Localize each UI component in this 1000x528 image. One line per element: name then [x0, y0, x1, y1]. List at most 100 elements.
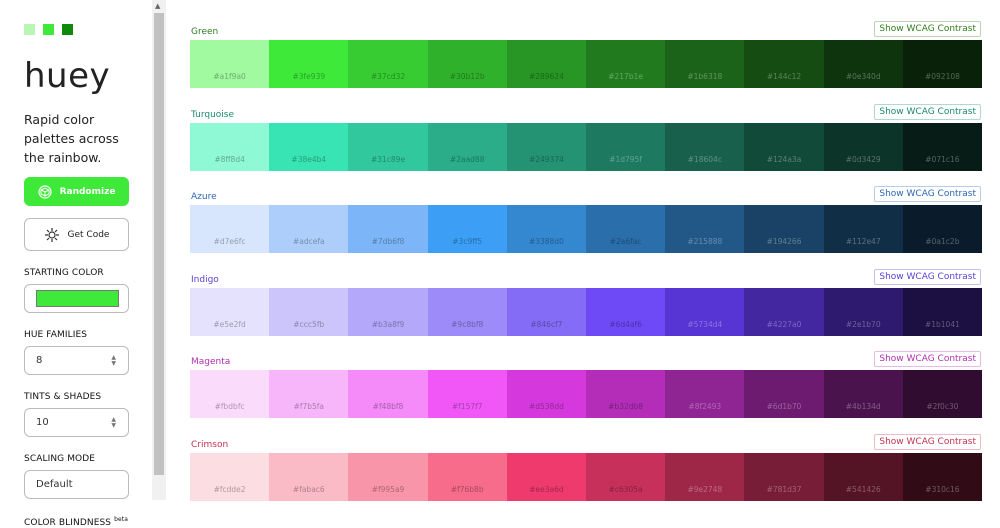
color-chip[interactable]: #6d4af6	[586, 288, 666, 336]
color-chip[interactable]: #124a3a	[744, 123, 824, 171]
show-wcag-contrast-button[interactable]: Show WCAG Contrast	[874, 269, 981, 285]
color-chip[interactable]: #1d795f	[586, 123, 666, 171]
palette-family: Magenta Show WCAG Contrast #fbdbfc #f7b5fa #…	[190, 330, 983, 418]
color-chip[interactable]: #fbdbfc	[190, 370, 270, 418]
show-wcag-contrast-button[interactable]: Show WCAG Contrast	[874, 434, 981, 450]
family-name: Indigo	[191, 275, 219, 285]
app-logo: huey	[24, 56, 111, 96]
color-chip[interactable]: #31c89e	[348, 123, 428, 171]
tints-shades-input[interactable]: 10 ▲ ▼	[24, 408, 129, 437]
color-chip[interactable]: #846cf7	[506, 288, 587, 336]
starting-color-swatch[interactable]	[36, 290, 119, 307]
color-chip[interactable]: #6d1b70	[744, 370, 824, 418]
scaling-mode-select[interactable]: Default	[24, 470, 129, 499]
show-wcag-contrast-button[interactable]: Show WCAG Contrast	[874, 186, 981, 202]
color-chip[interactable]: #3fe939	[269, 40, 349, 88]
palette-family: Green Show WCAG Contrast #a1f9a0 #3fe939 #37…	[190, 0, 983, 88]
color-chip[interactable]: #d7e6fc	[190, 205, 270, 253]
color-chip[interactable]: #ee3a6d	[506, 453, 587, 501]
show-wcag-contrast-button[interactable]: Show WCAG Contrast	[874, 351, 981, 367]
color-chip[interactable]: #2aad88	[427, 123, 507, 171]
color-chip[interactable]: #f48bf8	[348, 370, 428, 418]
color-chip[interactable]: #e5e2fd	[190, 288, 270, 336]
color-chip[interactable]: #289624	[506, 40, 587, 88]
color-chip[interactable]: #4227a0	[744, 288, 824, 336]
sidebar-scrollbar[interactable]: ▲	[152, 0, 166, 500]
scaling-mode-label: SCALING MODE	[24, 454, 96, 464]
color-chip[interactable]: #d538dd	[506, 370, 587, 418]
scroll-up-icon[interactable]: ▲	[155, 2, 160, 10]
color-chip[interactable]: #8f2493	[665, 370, 745, 418]
color-chip[interactable]: #1b1041	[902, 288, 983, 336]
color-chip[interactable]: #4b134d	[823, 370, 903, 418]
color-chip[interactable]: #249374	[506, 123, 587, 171]
color-strip: #8ff8d4 #38e4b4 #31c89e #2aad88 #249374 #1d79…	[190, 123, 983, 171]
family-name: Turquoise	[191, 110, 235, 120]
show-wcag-contrast-button[interactable]: Show WCAG Contrast	[874, 104, 981, 120]
family-name: Crimson	[191, 440, 229, 450]
randomize-button[interactable]: Randomize	[24, 177, 129, 206]
color-chip[interactable]: #18604c	[665, 123, 745, 171]
color-chip[interactable]: #c6305a	[586, 453, 666, 501]
color-chip[interactable]: #37cd32	[348, 40, 428, 88]
color-chip[interactable]: #f157f7	[427, 370, 507, 418]
family-name: Magenta	[191, 357, 231, 367]
color-chip[interactable]: #541426	[823, 453, 903, 501]
color-chip[interactable]: #3c9ff5	[427, 205, 507, 253]
color-chip[interactable]: #1b6318	[665, 40, 745, 88]
tints-shades-value: 10	[36, 417, 49, 428]
color-chip[interactable]: #adcefa	[269, 205, 349, 253]
logo-swatches	[24, 24, 152, 35]
hue-families-input[interactable]: 8 ▲ ▼	[24, 346, 129, 375]
family-name: Azure	[191, 192, 217, 202]
color-chip[interactable]: #310c16	[902, 453, 983, 501]
color-chip[interactable]: #f995a9	[348, 453, 428, 501]
color-chip[interactable]: #ccc5fb	[269, 288, 349, 336]
color-chip[interactable]: #30b12b	[427, 40, 507, 88]
beta-badge: beta	[114, 516, 129, 523]
color-chip[interactable]: #5734d4	[665, 288, 745, 336]
color-chip[interactable]: #2f0c30	[902, 370, 983, 418]
color-chip[interactable]: #38e4b4	[269, 123, 349, 171]
color-chip[interactable]: #8ff8d4	[190, 123, 270, 171]
color-strip: #e5e2fd #ccc5fb #b3a8f9 #9c8bf8 #846cf7 #6d4a…	[190, 288, 983, 336]
color-chip[interactable]: #071c16	[902, 123, 983, 171]
color-chip[interactable]: #217b1e	[586, 40, 666, 88]
color-chip[interactable]: #0e340d	[823, 40, 903, 88]
tagline: Rapid color palettes across the rainbow.	[24, 112, 119, 165]
color-chip[interactable]: #fabac6	[269, 453, 349, 501]
color-chip[interactable]: #f7b5fa	[269, 370, 349, 418]
color-chip[interactable]: #3388d0	[506, 205, 587, 253]
color-chip[interactable]: #144c12	[744, 40, 824, 88]
hue-families-stepper-icon[interactable]: ▲ ▼	[111, 355, 116, 367]
color-chip[interactable]: #9c8bf8	[427, 288, 507, 336]
color-chip[interactable]: #215888	[665, 205, 745, 253]
color-chip[interactable]: #f76b8b	[427, 453, 507, 501]
color-chip[interactable]: #b32db8	[586, 370, 666, 418]
color-chip[interactable]: #194266	[744, 205, 824, 253]
family-name: Green	[191, 27, 219, 37]
color-chip[interactable]: #0a1c2b	[902, 205, 983, 253]
color-chip[interactable]: #112e47	[823, 205, 903, 253]
logo-swatch-mid	[43, 24, 54, 35]
color-chip[interactable]: #2a6fac	[586, 205, 666, 253]
color-chip[interactable]: #2e1b70	[823, 288, 903, 336]
color-chip[interactable]: #b3a8f9	[348, 288, 428, 336]
starting-color-picker[interactable]	[24, 284, 129, 313]
color-chip[interactable]: #a1f9a0	[190, 40, 270, 88]
logo-swatch-dark	[62, 24, 73, 35]
palette-area: Green Show WCAG Contrast #a1f9a0 #3fe939 #37…	[190, 0, 983, 501]
get-code-label: Get Code	[67, 229, 110, 240]
show-wcag-contrast-button[interactable]: Show WCAG Contrast	[874, 21, 981, 37]
color-chip[interactable]: #9e2748	[665, 453, 745, 501]
color-chip[interactable]: #092108	[902, 40, 983, 88]
color-chip[interactable]: #0d3429	[823, 123, 903, 171]
color-strip: #fcdde2 #fabac6 #f995a9 #f76b8b #ee3a6d #c630…	[190, 453, 983, 501]
color-strip: #d7e6fc #adcefa #7db6f8 #3c9ff5 #3388d0 #2a6f…	[190, 205, 983, 253]
tints-shades-stepper-icon[interactable]: ▲ ▼	[111, 417, 116, 429]
get-code-button[interactable]: Get Code	[24, 218, 129, 251]
color-chip[interactable]: #fcdde2	[190, 453, 270, 501]
scrollbar-thumb[interactable]	[154, 13, 164, 475]
color-chip[interactable]: #781d37	[744, 453, 824, 501]
color-chip[interactable]: #7db6f8	[348, 205, 428, 253]
